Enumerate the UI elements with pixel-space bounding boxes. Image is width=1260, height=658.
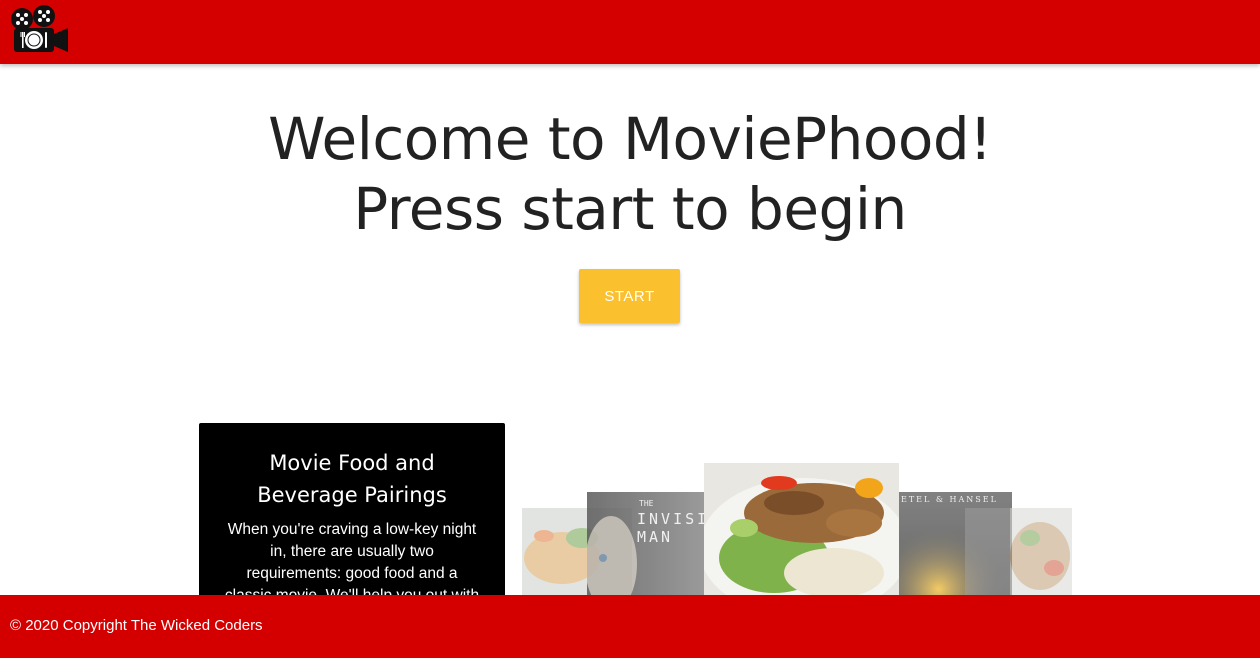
svg-text:INVISIB: INVISIB <box>637 510 707 528</box>
copyright-text: © 2020 Copyright The Wicked Coders <box>10 617 263 634</box>
film-reel-plate-logo-icon[interactable] <box>6 4 70 58</box>
press-start-line: Press start to begin <box>353 175 907 243</box>
poster-text-gretel-hansel: ETEL & HANSEL <box>901 495 998 504</box>
start-button[interactable]: START <box>579 269 680 323</box>
food-slide-center[interactable] <box>704 463 899 600</box>
page-footer: © 2020 Copyright The Wicked Coders <box>0 595 1260 658</box>
pairing-carousel[interactable]: THE INVISIB MAN <box>520 460 1080 600</box>
welcome-title-line: Welcome to MoviePhood! <box>268 105 992 173</box>
svg-text:MAN: MAN <box>637 528 673 546</box>
movie-poster-gretel-hansel[interactable]: ETEL & HANSEL <box>899 492 1012 600</box>
food-slide-right[interactable] <box>1010 508 1072 598</box>
poster-text-the: THE <box>639 499 654 508</box>
pairing-info-card: Movie Food and Beverage Pairings When yo… <box>199 423 505 623</box>
info-card-title: Movie Food and Beverage Pairings <box>257 451 447 507</box>
top-navbar <box>0 0 1260 64</box>
movie-poster-invisible-man[interactable]: THE INVISIB MAN <box>587 492 707 600</box>
welcome-heading: Welcome to MoviePhood! Press start to be… <box>0 104 1260 244</box>
